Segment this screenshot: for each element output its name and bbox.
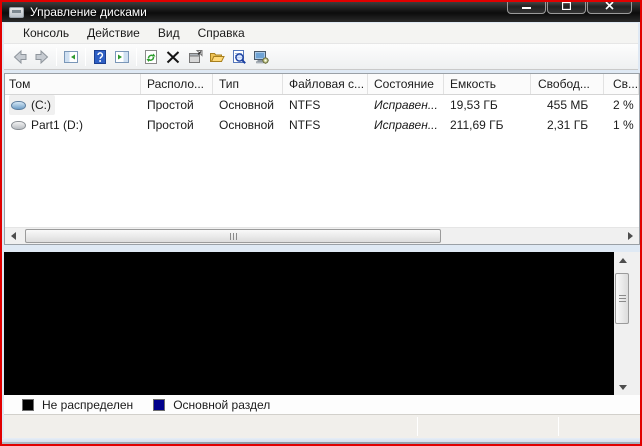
scroll-right-button[interactable]: [622, 228, 639, 244]
status-bar-separator: [558, 417, 559, 436]
vertical-scrollbar-thumb[interactable]: [615, 273, 629, 324]
column-header-filesystem[interactable]: Файловая с...: [283, 74, 368, 94]
volume-free-pct: 1 %: [613, 118, 634, 132]
arrow-right-icon: [628, 232, 633, 240]
volume-row-d[interactable]: Part1 (D:) Простой Основной NTFS Исправе…: [5, 115, 639, 135]
volume-free-pct: 2 %: [613, 98, 634, 112]
status-bar-separator: [417, 417, 418, 436]
manage-computer-icon[interactable]: [250, 46, 272, 67]
volume-capacity: 211,69 ГБ: [450, 118, 504, 132]
window-title: Управление дисками: [30, 5, 147, 19]
scroll-up-button[interactable]: [614, 252, 631, 268]
arrow-up-icon: [618, 257, 627, 263]
console-window-icon: [9, 6, 24, 18]
scroll-down-button[interactable]: [614, 379, 631, 395]
search-icon[interactable]: [228, 46, 250, 67]
disk-map-pane: [4, 252, 640, 395]
column-header-volume[interactable]: Том: [5, 74, 141, 94]
volume-name: (C:): [31, 98, 51, 112]
legend-primary-partition-label: Основной раздел: [173, 397, 271, 412]
disk-map-black-area[interactable]: [4, 252, 614, 395]
horizontal-scrollbar-thumb[interactable]: [25, 229, 441, 243]
legend-unallocated-swatch: [22, 398, 34, 411]
minimize-icon: [522, 7, 531, 9]
column-header-free-pct[interactable]: Св...: [604, 74, 639, 94]
help-icon[interactable]: [89, 46, 111, 67]
arrow-left-icon: [11, 232, 16, 240]
menu-console[interactable]: Консоль: [14, 24, 78, 42]
horizontal-scrollbar[interactable]: [5, 227, 639, 244]
maximize-icon: [562, 2, 571, 10]
volume-name-cell: Part1 (D:): [5, 115, 141, 135]
disk-volume-icon: [11, 100, 26, 110]
volume-status: Исправен...: [374, 98, 438, 112]
menu-view[interactable]: Вид: [149, 24, 189, 42]
volume-layout: Простой: [147, 98, 194, 112]
volume-capacity: 19,53 ГБ: [450, 98, 498, 112]
taskbar-sliver: [2, 442, 640, 444]
volume-status: Исправен...: [374, 118, 438, 132]
column-header-layout[interactable]: Располо...: [141, 74, 213, 94]
show-action-pane-icon[interactable]: [111, 46, 133, 67]
menu-help[interactable]: Справка: [189, 24, 254, 42]
disk-volume-icon: [11, 120, 26, 130]
toolbar: [4, 43, 638, 70]
forward-icon[interactable]: [31, 46, 53, 67]
maximize-button[interactable]: [547, 2, 586, 14]
legend-primary-partition-swatch: [153, 398, 166, 411]
toolbar-separator: [136, 47, 137, 66]
close-button[interactable]: [587, 2, 632, 14]
volume-row-c[interactable]: (C:) Простой Основной NTFS Исправен... 1…: [5, 95, 639, 115]
show-console-tree-icon[interactable]: [60, 46, 82, 67]
column-header-type[interactable]: Тип: [213, 74, 283, 94]
toolbar-separator: [56, 47, 57, 66]
volume-name: Part1 (D:): [31, 118, 84, 132]
menu-bar: Консоль Действие Вид Справка: [4, 23, 638, 43]
status-bar: [4, 414, 640, 438]
menu-action[interactable]: Действие: [78, 24, 149, 42]
legend-bar: Не распределен Основной раздел: [4, 395, 640, 414]
volume-list: Том Располо... Тип Файловая с... Состоян…: [4, 73, 640, 245]
volume-free: 455 МБ: [547, 98, 589, 112]
arrow-down-icon: [618, 384, 627, 390]
open-folder-icon[interactable]: [206, 46, 228, 67]
properties-icon[interactable]: [184, 46, 206, 67]
delete-icon[interactable]: [162, 46, 184, 67]
volume-layout: Простой: [147, 118, 194, 132]
window-controls: [506, 2, 632, 14]
minimize-button[interactable]: [507, 2, 546, 14]
volume-filesystem: NTFS: [289, 118, 321, 132]
column-header-status[interactable]: Состояние: [368, 74, 444, 94]
list-header-row: Том Располо... Тип Файловая с... Состоян…: [5, 74, 639, 95]
scroll-left-button[interactable]: [5, 228, 22, 244]
volume-type: Основной: [219, 118, 275, 132]
toolbar-separator: [85, 47, 86, 66]
legend-unallocated-label: Не распределен: [42, 397, 134, 412]
column-header-free[interactable]: Свобод...: [531, 74, 604, 94]
disk-management-window: Управление дисками Консоль Действие Вид …: [0, 0, 642, 446]
vertical-scrollbar[interactable]: [614, 252, 631, 395]
refresh-icon[interactable]: [140, 46, 162, 67]
volume-free: 2,31 ГБ: [547, 118, 589, 132]
back-icon[interactable]: [9, 46, 31, 67]
volume-type: Основной: [219, 98, 275, 112]
column-header-capacity[interactable]: Емкость: [444, 74, 531, 94]
close-icon: [605, 2, 614, 10]
volume-filesystem: NTFS: [289, 98, 321, 112]
volume-name-cell: (C:): [5, 95, 141, 115]
